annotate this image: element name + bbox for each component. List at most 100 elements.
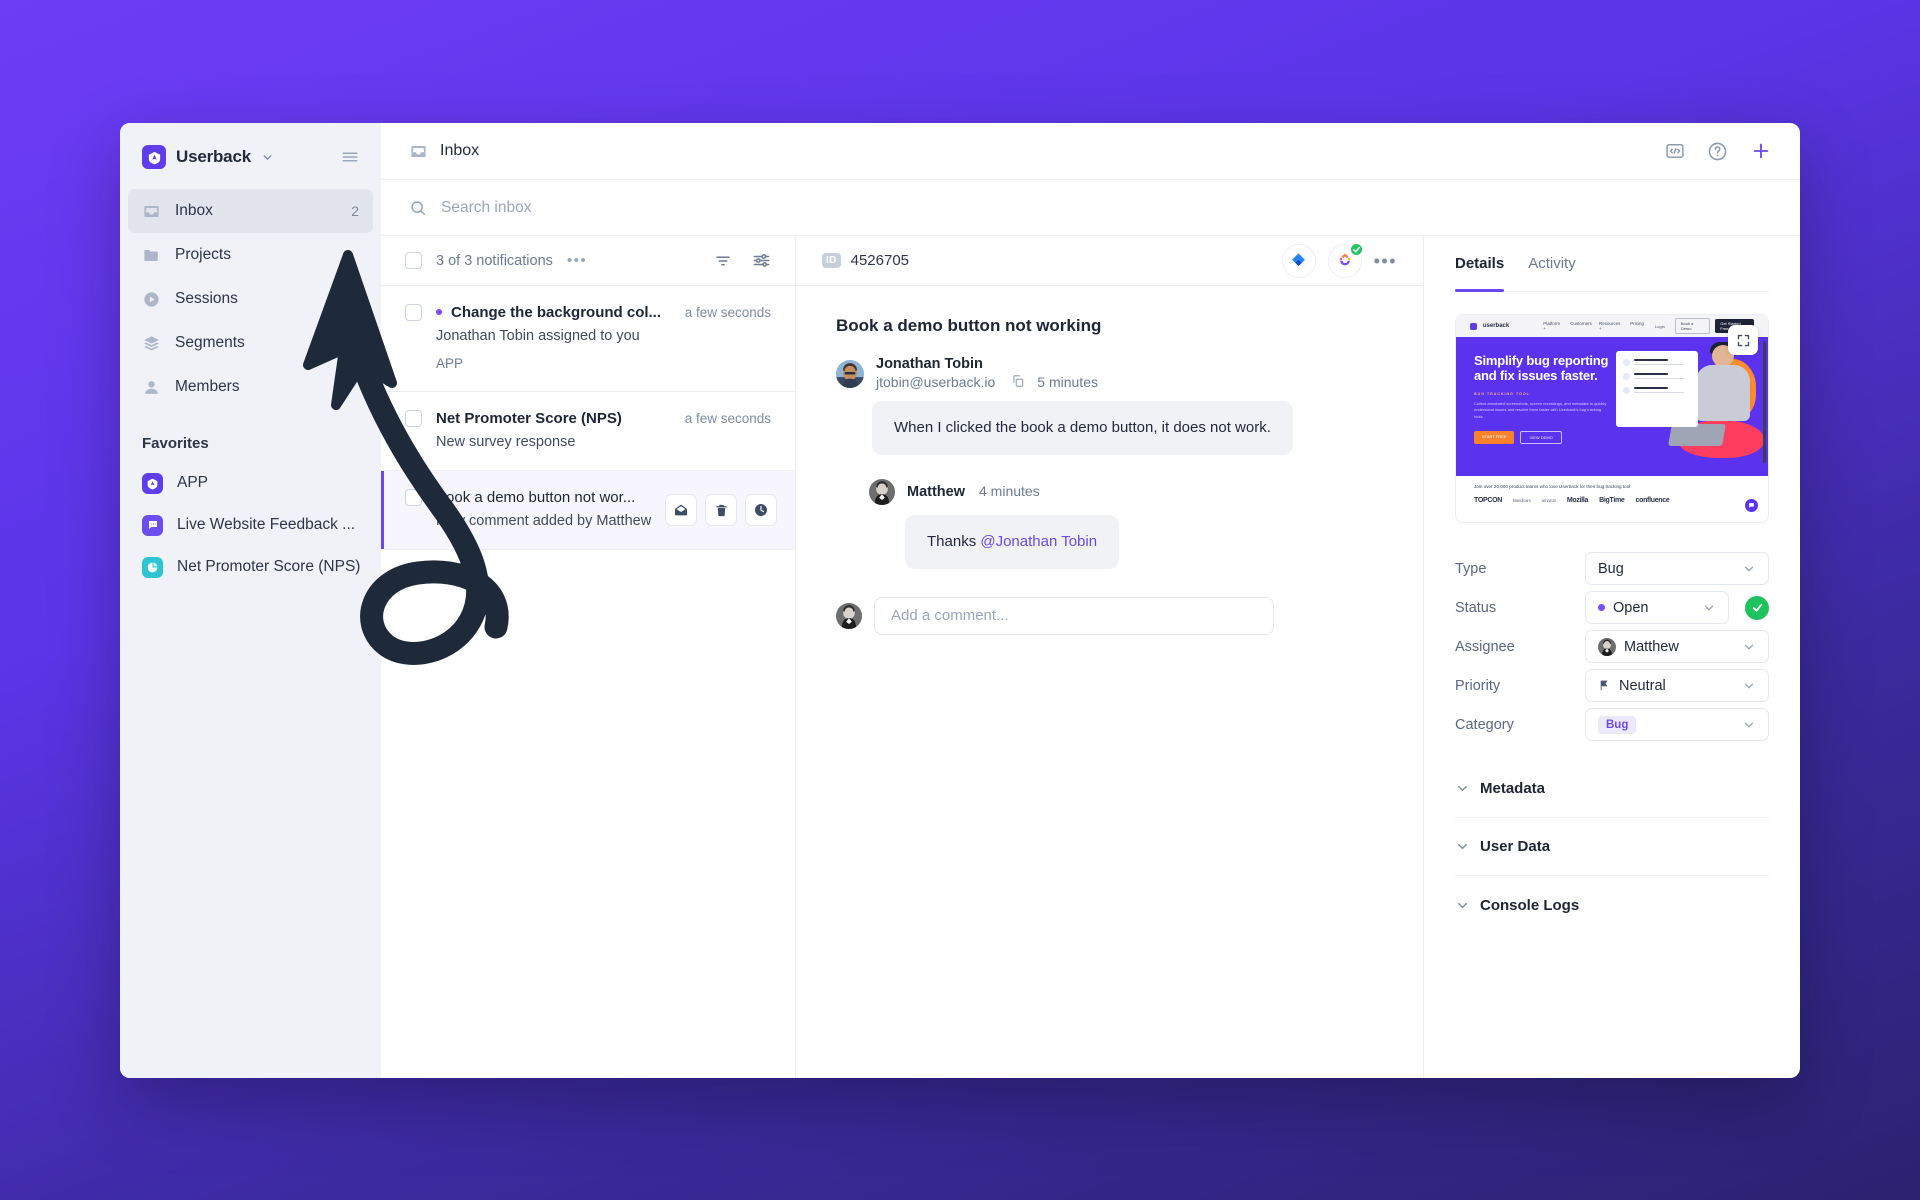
notification-checkbox[interactable]: [405, 489, 422, 506]
top-bar-actions: [1665, 140, 1772, 162]
sidebar-item-members[interactable]: Members: [128, 365, 373, 409]
favorite-item-nps[interactable]: Net Promoter Score (NPS): [128, 546, 373, 588]
conversation-id: 4526705: [850, 252, 910, 269]
footer-logo: amazon: [1541, 498, 1557, 503]
message-text: Thanks: [927, 532, 981, 550]
section-user-data[interactable]: User Data: [1455, 818, 1769, 876]
hero-widget-card: [1616, 351, 1698, 427]
sidebar-item-label: Members: [175, 378, 240, 395]
notification-timestamp: a few seconds: [684, 411, 771, 426]
tab-details[interactable]: Details: [1455, 236, 1505, 292]
search-bar: [381, 180, 1800, 236]
notification-item[interactable]: Book a demo button not wor... New commen…: [381, 471, 795, 550]
footer-logo: TOPCON: [1474, 497, 1503, 504]
field-row-assignee: Assignee Matthew: [1455, 627, 1769, 666]
id-badge-label: ID: [822, 253, 841, 268]
asana-integration-icon[interactable]: [1327, 241, 1364, 278]
userback-logo-icon: [1470, 322, 1477, 330]
message-timestamp: 5 minutes: [1037, 373, 1098, 390]
avatar: [836, 602, 862, 629]
nav-button: Login: [1655, 323, 1665, 329]
message-header: Jonathan Tobin jtobin@userback.io 5 minu…: [836, 356, 1383, 391]
confirm-status-button[interactable]: [1745, 595, 1769, 620]
status-select[interactable]: Open: [1585, 591, 1729, 624]
chevron-down-icon: [1455, 781, 1470, 796]
favorite-item-label: Net Promoter Score (NPS): [177, 558, 361, 575]
search-input[interactable]: [441, 198, 861, 217]
message-timestamp: 4 minutes: [979, 483, 1040, 500]
favorite-item-live-website-feedback[interactable]: Live Website Feedback ...: [128, 504, 373, 546]
message-meta: Matthew 4 minutes: [907, 483, 1040, 500]
sidebar-item-sessions[interactable]: Sessions: [128, 277, 373, 321]
page-title: Inbox: [440, 142, 480, 159]
notification-count-label: 3 of 3 notifications: [436, 252, 553, 269]
footer-logo: Mozilla: [1566, 497, 1589, 504]
notification-item[interactable]: Change the background col... a few secon…: [381, 286, 795, 392]
priority-select[interactable]: Neutral: [1585, 669, 1769, 702]
delete-trash-icon[interactable]: [705, 494, 737, 526]
favorite-item-label: Live Website Feedback ...: [177, 516, 356, 533]
ellipsis-icon[interactable]: •••: [567, 253, 587, 268]
mention-link[interactable]: @Jonathan Tobin: [980, 533, 1097, 550]
notification-checkbox[interactable]: [405, 304, 422, 321]
field-label: Priority: [1455, 677, 1501, 694]
sliders-icon[interactable]: [752, 251, 771, 270]
collapsible-sections: Metadata User Data Console Logs: [1455, 760, 1769, 934]
hamburger-menu-icon[interactable]: [341, 148, 359, 166]
notification-checkbox[interactable]: [405, 410, 422, 427]
notification-content: Change the background col... a few secon…: [436, 304, 771, 371]
message: Matthew 4 minutes Thanks @Jonathan Tobin: [869, 478, 1383, 569]
conversation-header: ID 4526705 •••: [796, 236, 1423, 286]
mark-read-envelope-icon[interactable]: [665, 494, 697, 526]
tab-activity[interactable]: Activity: [1528, 236, 1576, 291]
section-console-logs[interactable]: Console Logs: [1455, 876, 1769, 934]
help-circle-icon[interactable]: [1707, 141, 1728, 162]
ellipsis-icon[interactable]: •••: [1374, 252, 1397, 270]
user-icon: [142, 378, 161, 397]
sidebar-item-label: Segments: [175, 334, 245, 351]
avatar: [836, 359, 864, 388]
assignee-select[interactable]: Matthew: [1585, 630, 1769, 663]
type-select[interactable]: Bug: [1585, 552, 1769, 585]
flag-icon: [1598, 679, 1611, 692]
category-select[interactable]: Bug: [1585, 708, 1769, 741]
inbox-icon: [142, 202, 161, 221]
chevron-down-icon: [1702, 601, 1716, 615]
favorite-item-app[interactable]: APP: [128, 462, 373, 504]
detail-fields: Type Bug Status Open Assignee Matthew Pr…: [1455, 549, 1769, 744]
primary-navigation: Inbox 2 Projects Sessions Segments Membe…: [120, 189, 381, 409]
code-snippet-icon[interactable]: [1665, 141, 1685, 161]
hero-cta-primary: START FREE: [1474, 431, 1515, 445]
workspace: 3 of 3 notifications ••• Change the back…: [381, 236, 1800, 1078]
copy-icon[interactable]: [1011, 374, 1025, 393]
screenshot-preview[interactable]: userback Platform + Customers Resources …: [1455, 314, 1769, 523]
chevron-down-icon[interactable]: [261, 151, 274, 164]
add-plus-icon[interactable]: [1750, 140, 1772, 162]
screenshot-scrollbar[interactable]: [1763, 341, 1766, 463]
section-label: Console Logs: [1480, 896, 1580, 914]
notification-list-header: 3 of 3 notifications •••: [381, 236, 795, 286]
filter-icon[interactable]: [714, 252, 732, 270]
sidebar-item-projects[interactable]: Projects: [128, 233, 373, 277]
comment-input[interactable]: [874, 596, 1274, 635]
field-label: Assignee: [1455, 638, 1515, 655]
message-author: Matthew: [907, 484, 965, 501]
notification-content: Net Promoter Score (NPS) a few seconds N…: [436, 410, 771, 450]
select-all-checkbox[interactable]: [405, 252, 422, 269]
sidebar-item-inbox[interactable]: Inbox 2: [128, 189, 373, 233]
fullscreen-expand-icon[interactable]: [1728, 325, 1758, 355]
pie-chart-icon: [142, 556, 163, 578]
workspace-switcher[interactable]: Userback: [120, 129, 381, 185]
snooze-clock-icon[interactable]: [745, 494, 777, 526]
field-value: Neutral: [1619, 677, 1666, 694]
sidebar-item-segments[interactable]: Segments: [128, 321, 373, 365]
section-metadata[interactable]: Metadata: [1455, 760, 1769, 818]
notification-row-actions: [665, 494, 777, 526]
jira-integration-icon[interactable]: [1281, 243, 1316, 278]
comment-composer: [836, 596, 1383, 635]
hero-paragraph: Collect annotated screenshots, screen re…: [1474, 400, 1607, 420]
screenshot-nav-links: Platform + Customers Resources + Pricing: [1543, 321, 1644, 331]
message-author: Jonathan Tobin: [876, 356, 983, 372]
notification-item[interactable]: Net Promoter Score (NPS) a few seconds N…: [381, 392, 795, 471]
chevron-down-icon: [1742, 679, 1756, 693]
